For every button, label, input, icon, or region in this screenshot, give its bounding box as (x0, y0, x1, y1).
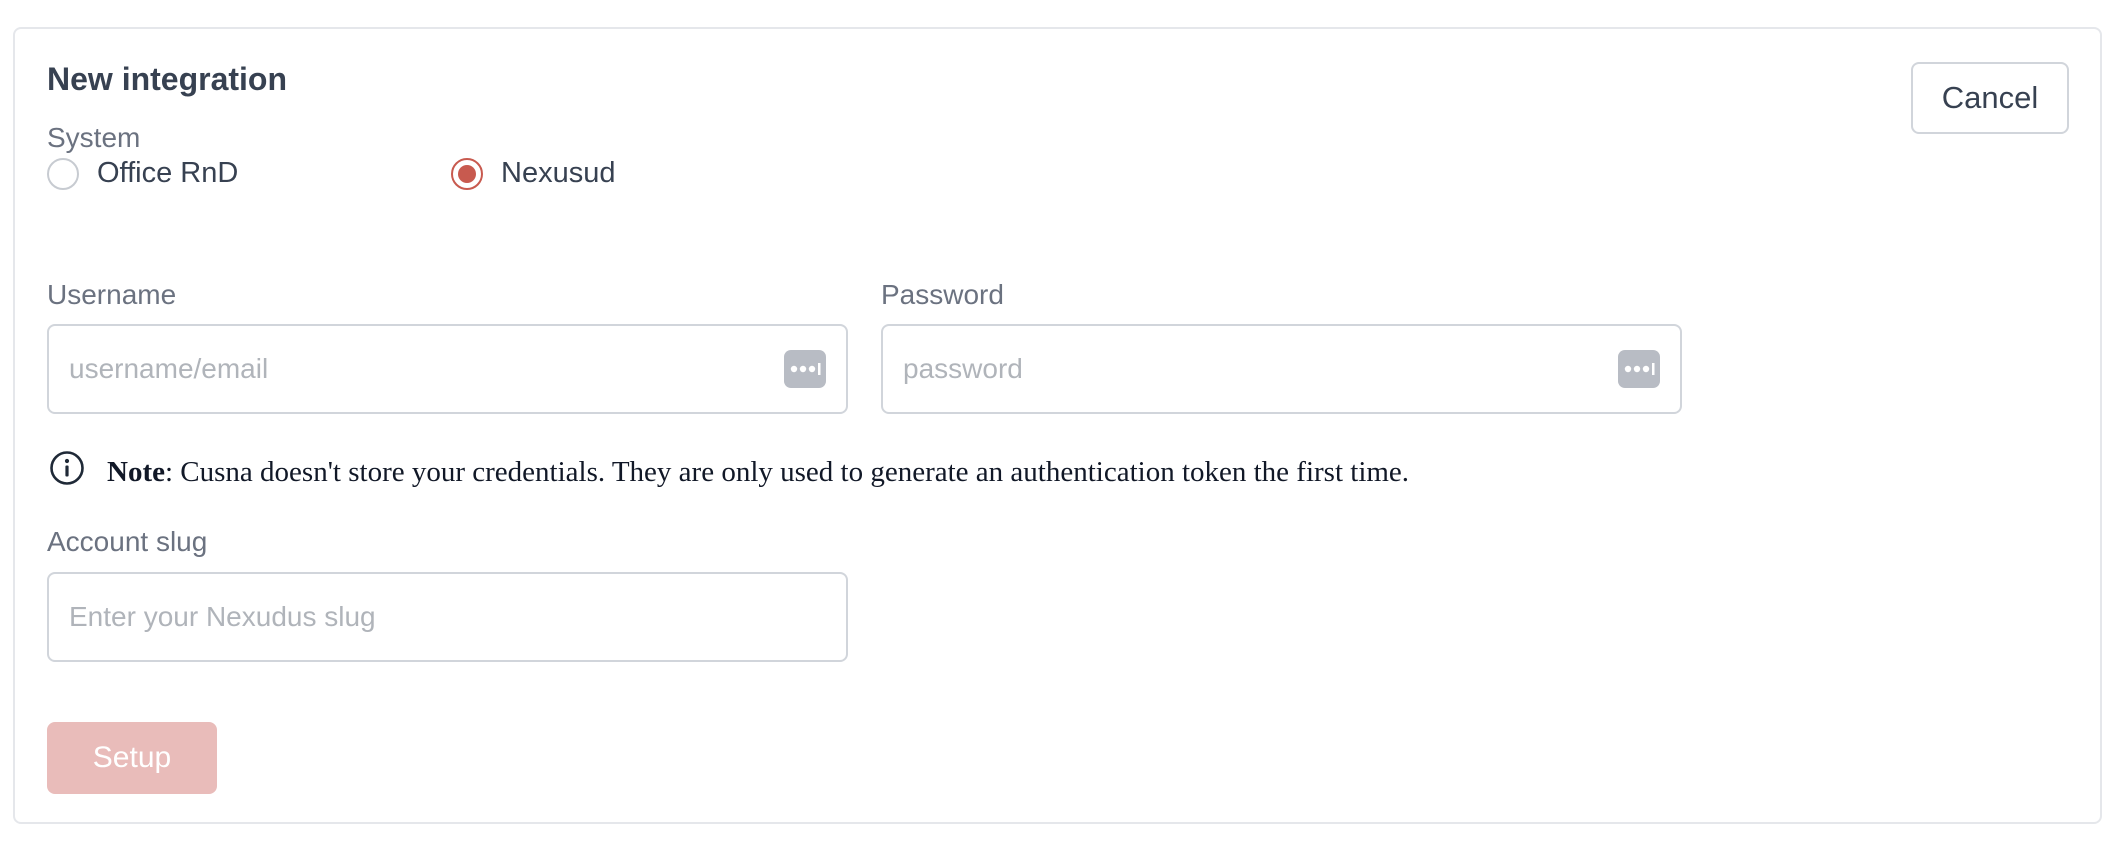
password-input[interactable] (903, 353, 1618, 385)
cancel-button[interactable]: Cancel (1911, 62, 2069, 134)
username-input[interactable] (69, 353, 784, 385)
radio-office-rnd-circle[interactable] (47, 157, 79, 190)
username-label: Username (47, 279, 177, 310)
password-dots-icon[interactable] (1618, 350, 1660, 388)
password-label: Password (881, 279, 1004, 310)
password-dots-icon[interactable] (784, 350, 826, 388)
system-label: System (47, 122, 141, 153)
account-slug-field[interactable] (47, 572, 848, 662)
radio-nexusud[interactable]: Nexusud (451, 157, 615, 190)
new-integration-card: New integration Cancel System Office RnD… (13, 27, 2102, 824)
note-text: Note: Cusna doesn't store your credentia… (107, 456, 1409, 489)
info-circle-icon (49, 450, 85, 494)
account-slug-input[interactable] (69, 601, 826, 633)
credentials-note: Note: Cusna doesn't store your credentia… (49, 450, 1409, 494)
radio-office-rnd[interactable]: Office RnD (47, 157, 238, 190)
password-field[interactable] (881, 324, 1682, 414)
radio-office-rnd-label: Office RnD (97, 157, 239, 189)
setup-button[interactable]: Setup (47, 722, 217, 794)
note-body: : Cusna doesn't store your credentials. … (164, 455, 1410, 488)
page-title: New integration (47, 61, 288, 97)
username-field[interactable] (47, 324, 848, 414)
account-slug-label: Account slug (47, 526, 208, 557)
radio-nexusud-circle[interactable] (451, 157, 483, 190)
note-prefix: Note (107, 455, 165, 488)
radio-nexusud-label: Nexusud (501, 157, 616, 189)
radio-selected-dot (458, 164, 476, 183)
